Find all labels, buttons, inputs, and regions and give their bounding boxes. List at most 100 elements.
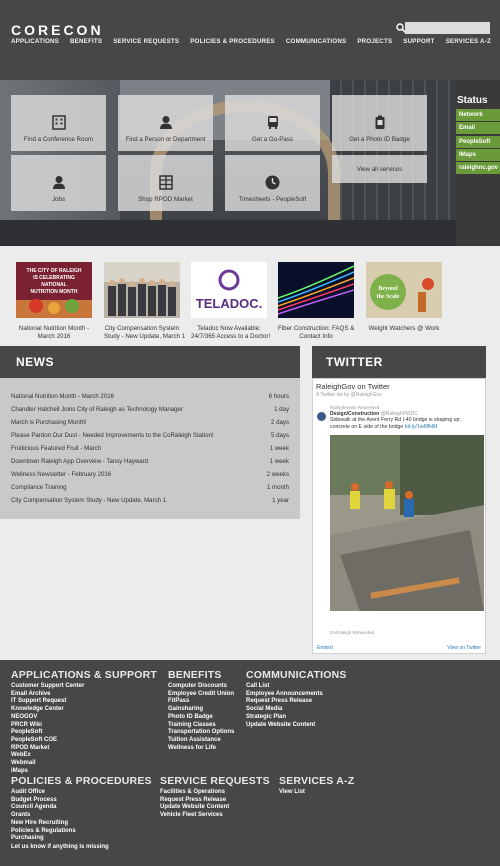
tile-jobs[interactable]: Jobs bbox=[11, 155, 106, 211]
footer-link[interactable]: Knowledge Center bbox=[11, 706, 157, 714]
footer-col-services-az: SERVICES A-Z View List bbox=[279, 775, 354, 797]
nav-projects[interactable]: PROJECTS bbox=[357, 38, 392, 45]
news-title[interactable]: Chandler Hatchell Joins City of Raleigh … bbox=[11, 406, 183, 413]
news-item[interactable]: Fruiticious Featured Fruit - March 1 week bbox=[0, 442, 300, 455]
footer-link[interactable]: Update Website Content bbox=[160, 804, 270, 812]
footer-link[interactable]: PeopleSoft bbox=[11, 729, 157, 737]
footer-link[interactable]: Employee Credit Union bbox=[168, 691, 234, 699]
tweet-photo[interactable] bbox=[330, 435, 484, 611]
tile-label: Find a Conference Room bbox=[23, 136, 94, 143]
footer-link[interactable]: Purchasing bbox=[11, 835, 152, 843]
missing-feedback-link[interactable]: Let us know if anything is missing bbox=[11, 844, 109, 850]
footer-link[interactable]: Policies & Regulations bbox=[11, 828, 152, 836]
news-item[interactable]: National Nutrition Month - March 2016 6 h… bbox=[0, 390, 300, 403]
footer-link[interactable]: Social Media bbox=[246, 706, 347, 714]
twitter-widget-title[interactable]: RaleighGov on Twitter bbox=[313, 379, 485, 391]
nav-service-requests[interactable]: SERVICE REQUESTS bbox=[113, 38, 179, 45]
status-email[interactable]: Email bbox=[456, 122, 500, 135]
nav-services-az[interactable]: SERVICES A-Z bbox=[446, 38, 491, 45]
news-title[interactable]: City Compensation System Study - New Upd… bbox=[11, 497, 166, 504]
news-item[interactable]: City Compensation System Study - New Upd… bbox=[0, 494, 300, 507]
tile-label: View all services bbox=[356, 165, 403, 173]
footer-link[interactable]: IT Support Request bbox=[11, 698, 157, 706]
tile-rpod-market[interactable]: Shop RPOD Market bbox=[118, 155, 213, 211]
footer-link[interactable]: Computer Discounts bbox=[168, 683, 234, 691]
footer-link[interactable]: Facilities & Operations bbox=[160, 789, 270, 797]
footer-link[interactable]: RPOD Market bbox=[11, 745, 157, 753]
status-imaps[interactable]: IMaps bbox=[456, 148, 500, 161]
footer-link[interactable]: Audit Office bbox=[11, 789, 152, 797]
footer-link[interactable]: Transportation Options bbox=[168, 729, 234, 737]
nav-policies-procedures[interactable]: POLICIES & PROCEDURES bbox=[190, 38, 275, 45]
tile-find-person[interactable]: Find a Person or Department bbox=[118, 95, 213, 151]
status-network[interactable]: Network bbox=[456, 109, 500, 121]
news-title[interactable]: Compliance Training bbox=[11, 484, 67, 491]
footer-link[interactable]: Update Website Content bbox=[246, 722, 347, 730]
tile-timesheets[interactable]: Timesheets - PeopleSoft bbox=[225, 155, 320, 211]
status-raleighnc[interactable]: raleighnc.gov bbox=[456, 162, 500, 175]
footer-link[interactable]: Grants bbox=[11, 812, 152, 820]
footer-link[interactable]: New Hire Recruiting bbox=[11, 820, 152, 828]
footer-link[interactable]: Webmail bbox=[11, 760, 157, 768]
thumb-weight-watchers[interactable]: Beyond the Scale Weight Watchers @ Work bbox=[366, 262, 442, 333]
footer-link[interactable]: Gainsharing bbox=[168, 706, 234, 714]
nav-benefits[interactable]: BENEFITS bbox=[70, 38, 102, 45]
news-title[interactable]: March is Purchasing Month! bbox=[11, 419, 87, 426]
footer-link[interactable]: Email Archive bbox=[11, 691, 157, 699]
search-input[interactable] bbox=[405, 22, 490, 34]
footer-link[interactable]: Tuition Assistance bbox=[168, 737, 234, 745]
footer-link[interactable]: Strategic Plan bbox=[246, 714, 347, 722]
footer-link[interactable]: Wellness for Life bbox=[168, 745, 234, 753]
tweet-avatar[interactable] bbox=[317, 412, 326, 421]
footer-link[interactable]: Request Press Release bbox=[246, 698, 347, 706]
footer-link[interactable]: Training Classes bbox=[168, 722, 234, 730]
footer-link[interactable]: Vehicle Fleet Services bbox=[160, 812, 270, 820]
retweet-label-2: GoRaleigh Retweeted bbox=[330, 630, 375, 635]
thumb-compensation-study[interactable]: City Compensation System Study - New Upda… bbox=[104, 262, 185, 340]
footer-heading: POLICIES & PROCEDURES bbox=[11, 775, 152, 787]
footer-link[interactable]: NEOGOV bbox=[11, 714, 157, 722]
footer-link[interactable]: PeopleSoft COE bbox=[11, 737, 157, 745]
thumb-nutrition-month[interactable]: THE CITY OF RALEIGH IS CELEBRATING NATIO… bbox=[16, 262, 92, 340]
footer-link[interactable]: Call List bbox=[246, 683, 347, 691]
tweet-link[interactable]: bit.ly/1wMfHM bbox=[405, 424, 438, 430]
footer-link[interactable]: Request Press Release bbox=[160, 797, 270, 805]
news-item[interactable]: March is Purchasing Month! 2 days bbox=[0, 416, 300, 429]
footer-link[interactable]: Council Agenda bbox=[11, 804, 152, 812]
tile-conference-room[interactable]: Find a Conference Room bbox=[11, 95, 106, 151]
tile-view-all-services[interactable]: View all services bbox=[332, 155, 427, 183]
news-item[interactable]: Wellness Newsletter - February 2016 2 wee… bbox=[0, 468, 300, 481]
news-title[interactable]: Fruiticious Featured Fruit - March bbox=[11, 445, 101, 452]
twitter-widget-subtitle[interactable]: A Twitter list by @RaleighGov bbox=[313, 391, 485, 398]
embed-link[interactable]: Embed bbox=[317, 645, 333, 651]
news-item[interactable]: Please Pardon Our Dust - Needed Improvem… bbox=[0, 429, 300, 442]
footer-link[interactable]: Photo ID Badge bbox=[168, 714, 234, 722]
nav-communications[interactable]: COMMUNICATIONS bbox=[286, 38, 346, 45]
footer-link[interactable]: WebEx bbox=[11, 752, 157, 760]
status-peoplesoft[interactable]: PeopleSoft bbox=[456, 135, 500, 148]
footer-link[interactable]: Budget Process bbox=[11, 797, 152, 805]
news-title[interactable]: Please Pardon Our Dust - Needed Improvem… bbox=[11, 432, 214, 439]
tile-go-pass[interactable]: Get a Go-Pass bbox=[225, 95, 320, 151]
footer-heading: APPLICATIONS & SUPPORT bbox=[11, 669, 157, 681]
corecon-logo[interactable]: CORECON bbox=[11, 22, 104, 38]
tile-photo-badge[interactable]: Get a Photo ID Badge bbox=[332, 95, 427, 151]
news-item[interactable]: Compliance Training 1 month bbox=[0, 481, 300, 494]
news-title[interactable]: Wellness Newsletter - February 2016 bbox=[11, 471, 111, 478]
footer-link[interactable]: View List bbox=[279, 789, 354, 797]
footer-link[interactable]: Employee Announcements bbox=[246, 691, 347, 699]
nav-support[interactable]: SUPPORT bbox=[403, 38, 434, 45]
footer-link[interactable]: Customer Support Center bbox=[11, 683, 157, 691]
news-item[interactable]: Chandler Hatchell Joins City of Raleigh … bbox=[0, 403, 300, 416]
view-on-twitter-link[interactable]: View on Twitter bbox=[447, 645, 481, 651]
news-title[interactable]: Downtown Raleigh App Overview - Tansy Ha… bbox=[11, 458, 148, 465]
footer-link[interactable]: FitPass bbox=[168, 698, 234, 706]
caption-line: Study - New Update, March 1 bbox=[104, 332, 186, 340]
news-title[interactable]: National Nutrition Month - March 2016 bbox=[11, 393, 114, 400]
thumb-fiber-construction[interactable]: Fiber Construction: FAQS & Contact Info bbox=[277, 262, 354, 340]
footer-link[interactable]: PRCR Wiki bbox=[11, 722, 157, 730]
thumb-teladoc[interactable]: TELADOC. Teladoc Now Available: 24/7/365 … bbox=[191, 262, 270, 340]
news-item[interactable]: Downtown Raleigh App Overview - Tansy Ha… bbox=[0, 455, 300, 468]
clock-icon bbox=[265, 175, 280, 190]
nav-applications[interactable]: APPLICATIONS bbox=[11, 38, 59, 45]
